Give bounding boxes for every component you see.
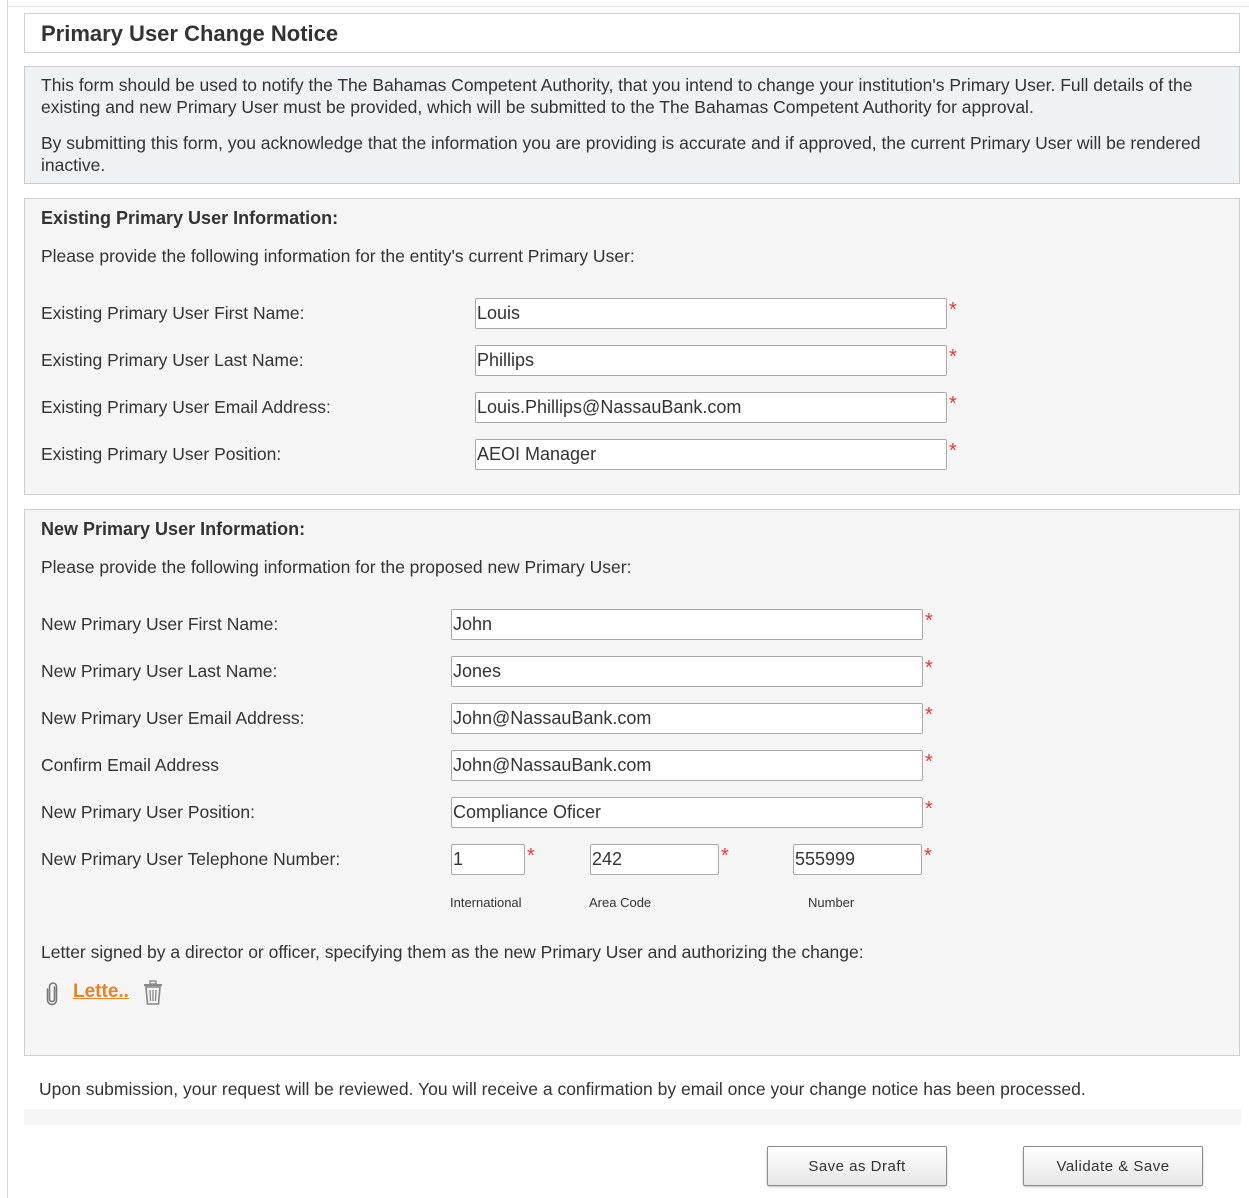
save-draft-button[interactable]: Save as Draft: [767, 1146, 947, 1186]
phone-international-input[interactable]: [451, 844, 525, 875]
page-title: Primary User Change Notice: [41, 21, 339, 46]
new-position-row: New Primary User Position: *: [25, 797, 1239, 828]
new-last-name-input[interactable]: [451, 656, 923, 687]
paperclip-icon: [46, 982, 58, 1006]
intro-paragraph-1: This form should be used to notify the T…: [41, 75, 1193, 117]
new-last-name-label: New Primary User Last Name:: [41, 661, 278, 681]
required-marker: *: [925, 610, 933, 632]
phone-number-input[interactable]: [793, 844, 922, 875]
required-marker: *: [925, 751, 933, 773]
new-email-label: New Primary User Email Address:: [41, 708, 305, 728]
international-sublabel: International: [450, 895, 522, 910]
required-marker: *: [925, 798, 933, 820]
required-marker: *: [925, 704, 933, 726]
required-marker: *: [949, 346, 957, 368]
trash-icon[interactable]: [141, 980, 165, 1006]
required-marker: *: [527, 845, 535, 867]
existing-last-name-input[interactable]: [475, 345, 947, 376]
confirm-email-row: Confirm Email Address *: [25, 750, 1239, 781]
existing-section-heading: Existing Primary User Information:: [41, 208, 339, 228]
new-section-instruction: Please provide the following information…: [41, 557, 632, 577]
new-position-input[interactable]: [451, 797, 923, 828]
existing-position-input[interactable]: [475, 439, 947, 470]
required-marker: *: [949, 440, 957, 462]
new-first-name-input[interactable]: [451, 609, 923, 640]
telephone-label: New Primary User Telephone Number:: [41, 849, 341, 869]
existing-position-row: Existing Primary User Position: *: [25, 439, 1239, 470]
telephone-row: New Primary User Telephone Number: * * *: [25, 844, 1239, 875]
existing-first-name-input[interactable]: [475, 298, 947, 329]
existing-section-instruction: Please provide the following information…: [41, 246, 635, 266]
existing-email-input[interactable]: [475, 392, 947, 423]
required-marker: *: [949, 393, 957, 415]
area-code-sublabel: Area Code: [589, 895, 652, 910]
attachment-link[interactable]: Lette..: [73, 981, 129, 1003]
required-marker: *: [925, 657, 933, 679]
existing-last-name-label: Existing Primary User Last Name:: [41, 350, 304, 370]
new-first-name-label: New Primary User First Name:: [41, 614, 279, 634]
validate-save-button[interactable]: Validate & Save: [1023, 1146, 1203, 1186]
letter-instruction: Letter signed by a director or officer, …: [41, 942, 864, 962]
intro-paragraph-2: By submitting this form, you acknowledge…: [41, 133, 1201, 175]
title-bar: Primary User Change Notice: [24, 13, 1240, 53]
confirm-email-input[interactable]: [451, 750, 923, 781]
existing-email-label: Existing Primary User Email Address:: [41, 397, 331, 417]
required-marker: *: [721, 845, 729, 867]
new-email-row: New Primary User Email Address: *: [25, 703, 1239, 734]
new-last-name-row: New Primary User Last Name: *: [25, 656, 1239, 687]
intro-panel: This form should be used to notify the T…: [24, 66, 1240, 184]
frame-border-left: [7, 0, 8, 1198]
submission-note: Upon submission, your request will be re…: [39, 1079, 1086, 1099]
new-email-input[interactable]: [451, 703, 923, 734]
frame-border-top: [7, 6, 1249, 7]
existing-last-name-row: Existing Primary User Last Name: *: [25, 345, 1239, 376]
phone-area-code-input[interactable]: [590, 844, 719, 875]
confirm-email-label: Confirm Email Address: [41, 755, 219, 775]
new-first-name-row: New Primary User First Name: *: [25, 609, 1239, 640]
new-user-section: New Primary User Information: Please pro…: [24, 509, 1240, 1056]
new-position-label: New Primary User Position:: [41, 802, 255, 822]
footer-band: [24, 1109, 1241, 1125]
required-marker: *: [924, 845, 932, 867]
existing-first-name-row: Existing Primary User First Name: *: [25, 298, 1239, 329]
required-marker: *: [949, 299, 957, 321]
number-sublabel: Number: [808, 895, 855, 910]
existing-user-section: Existing Primary User Information: Pleas…: [24, 198, 1240, 495]
existing-first-name-label: Existing Primary User First Name:: [41, 303, 305, 323]
new-section-heading: New Primary User Information:: [41, 519, 306, 539]
existing-position-label: Existing Primary User Position:: [41, 444, 282, 464]
existing-email-row: Existing Primary User Email Address: *: [25, 392, 1239, 423]
